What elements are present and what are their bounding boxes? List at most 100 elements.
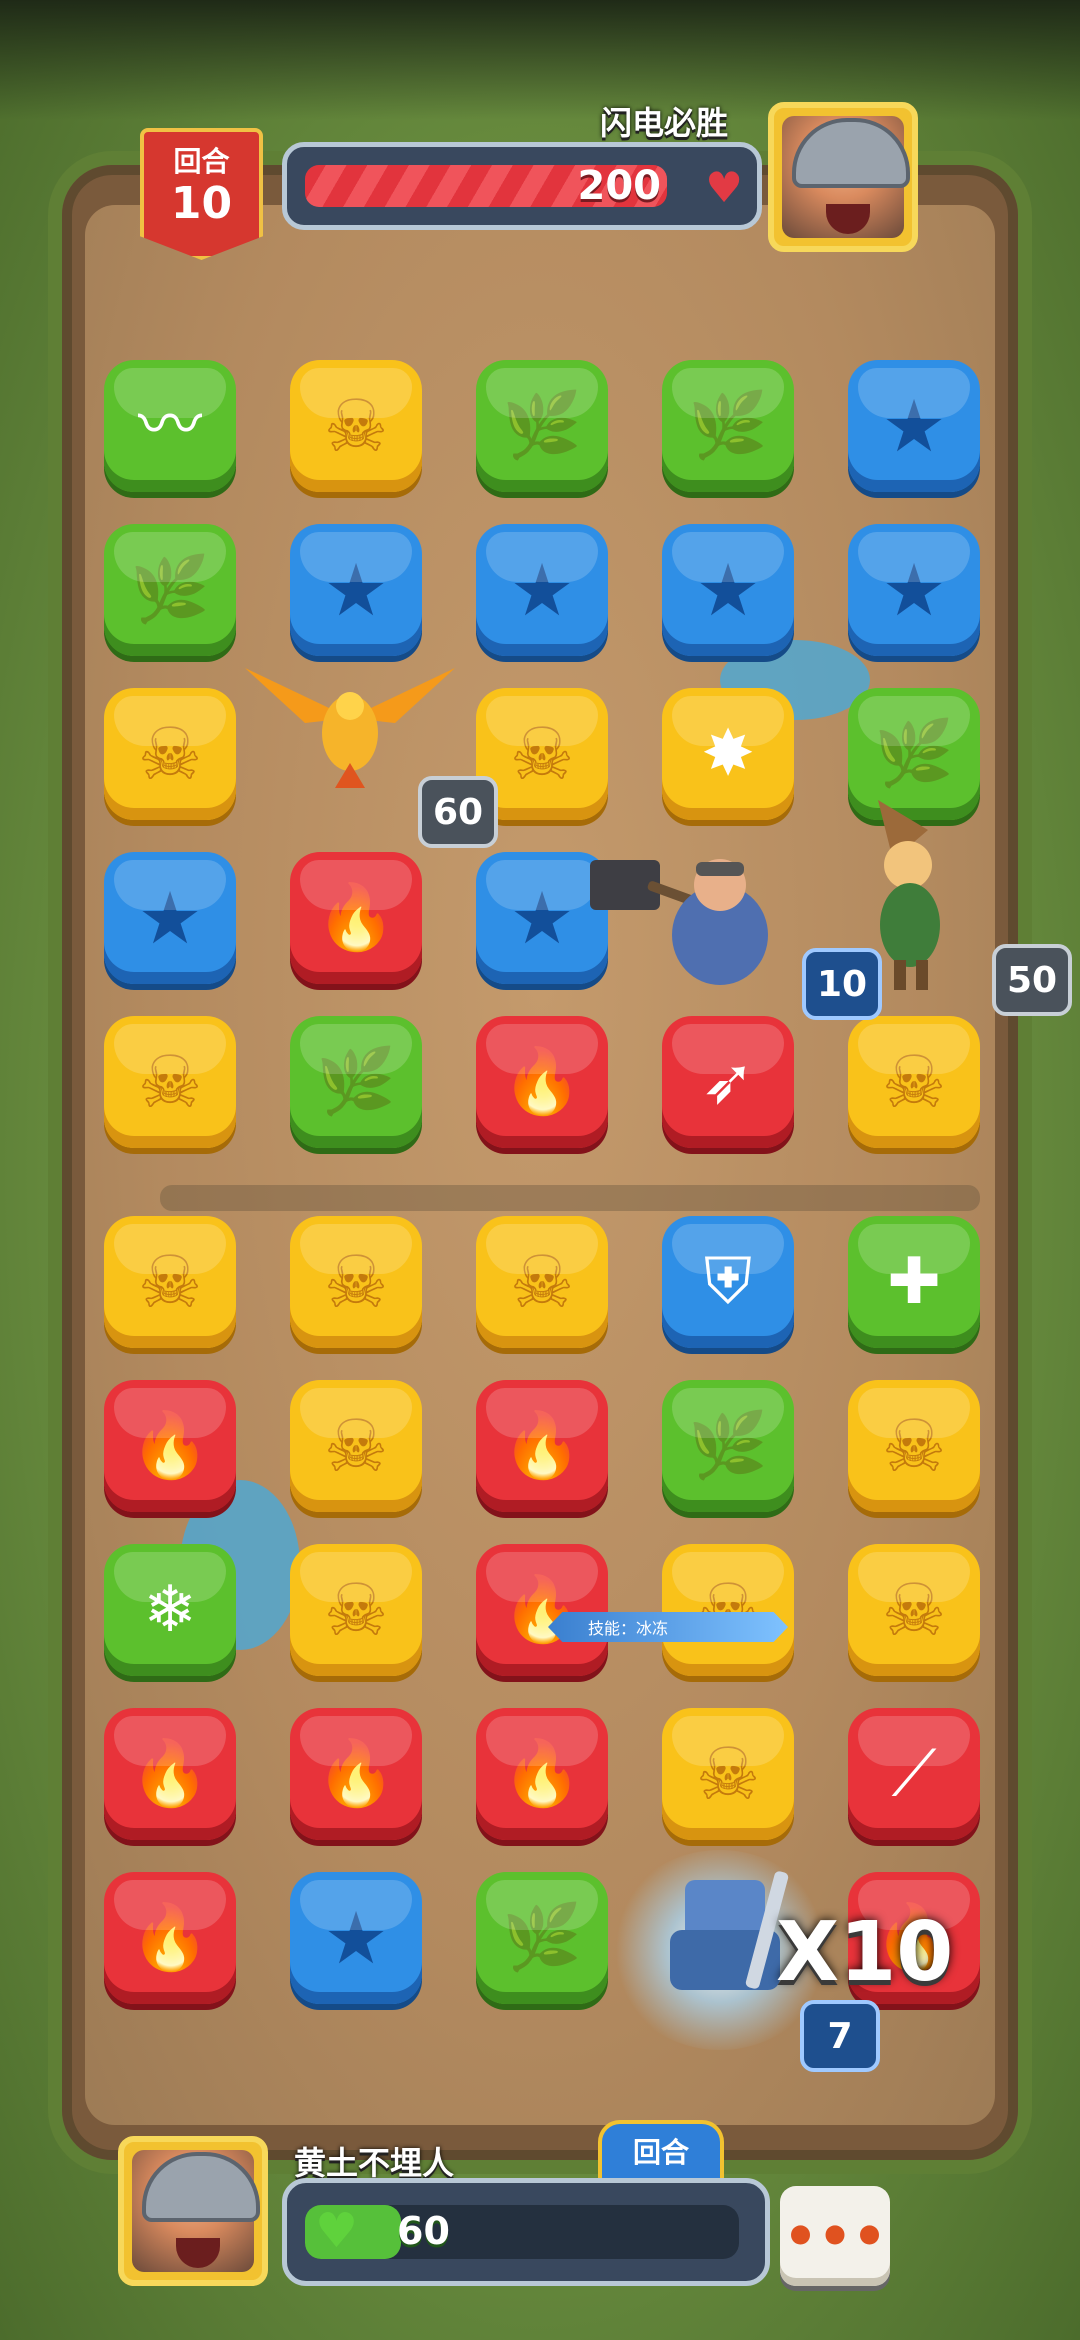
blue-star-icon: ★ xyxy=(881,548,947,632)
tile-red-fire[interactable]: 🔥 xyxy=(290,852,422,984)
red-fire-icon: 🔥 xyxy=(502,1737,582,1811)
tile-yellow-skull[interactable]: ☠ xyxy=(290,1380,422,1512)
tile-blue-star[interactable]: ★ xyxy=(290,524,422,656)
green-wind-icon: 〰 xyxy=(138,389,202,463)
more-options-button[interactable]: ••• xyxy=(780,2186,890,2286)
round-badge: 回合 10 xyxy=(140,128,263,260)
blue-star-icon: ★ xyxy=(509,548,575,632)
player-health-value: 60 xyxy=(397,2209,450,2253)
red-fire-icon: 🔥 xyxy=(502,1045,582,1119)
yellow-skull-icon: ☠ xyxy=(881,1404,947,1488)
tile-yellow-skull[interactable]: ☠ xyxy=(476,1216,608,1348)
enemy-name: 闪电必胜 xyxy=(600,104,729,142)
green-leaf-icon: 🌿 xyxy=(874,717,954,791)
player-avatar[interactable] xyxy=(118,2136,268,2286)
yellow-skull-icon: ☠ xyxy=(881,1040,947,1124)
enemy-health-bar: 200 ♥ xyxy=(282,142,762,230)
blue-star-icon: ★ xyxy=(695,548,761,632)
blue-star-icon: ★ xyxy=(509,876,575,960)
tile-special-red-claw[interactable]: ⟋ xyxy=(848,1708,980,1840)
tile-green-leaf[interactable]: 🌿 xyxy=(104,524,236,656)
turn-indicator-tab: 回合 xyxy=(598,2120,724,2180)
round-number: 10 xyxy=(170,178,233,229)
tile-blue-star[interactable]: ★ xyxy=(290,1872,422,2004)
heart-icon: ♥ xyxy=(705,163,743,212)
yellow-skull-icon: ☠ xyxy=(137,1040,203,1124)
player-health-bar: ♥ 60 xyxy=(282,2178,770,2286)
tile-special-yellow-blast[interactable]: ✸ xyxy=(662,688,794,820)
yellow-skull-icon: ☠ xyxy=(881,1568,947,1652)
tile-yellow-skull[interactable]: ☠ xyxy=(662,1544,794,1676)
green-heal-icon: ✚ xyxy=(887,1245,941,1319)
warrior-unit[interactable] xyxy=(570,840,810,1010)
tile-blue-star[interactable]: ★ xyxy=(848,524,980,656)
tile-red-fire[interactable]: 🔥 xyxy=(104,1380,236,1512)
green-leaf-icon: 🌿 xyxy=(688,389,768,463)
green-leaf-icon: 🌿 xyxy=(316,1045,396,1119)
tile-yellow-skull[interactable]: ☠ xyxy=(104,1016,236,1148)
tile-red-fire[interactable]: 🔥 xyxy=(476,1380,608,1512)
green-heart-icon: ♥ xyxy=(315,2203,359,2259)
arena-divider xyxy=(160,1185,980,1211)
tile-red-fire[interactable]: 🔥 xyxy=(104,1708,236,1840)
warrior-icon xyxy=(590,859,768,985)
blue-star-icon: ★ xyxy=(881,384,947,468)
phoenix-unit[interactable] xyxy=(235,648,465,788)
tile-red-fire[interactable]: 🔥 xyxy=(476,1544,608,1676)
red-fire-icon: 🔥 xyxy=(130,1737,210,1811)
enemy-avatar[interactable] xyxy=(768,102,918,252)
tile-red-fire[interactable]: 🔥 xyxy=(290,1708,422,1840)
tile-red-fire[interactable]: 🔥 xyxy=(476,1016,608,1148)
green-leaf-icon: 🌿 xyxy=(502,389,582,463)
combo-multiplier: X10 xyxy=(776,1905,954,2000)
tile-green-leaf[interactable]: 🌿 xyxy=(476,1872,608,2004)
tile-green-leaf[interactable]: 🌿 xyxy=(662,1380,794,1512)
tile-yellow-skull[interactable]: ☠ xyxy=(290,1216,422,1348)
tile-blue-star[interactable]: ★ xyxy=(848,360,980,492)
red-fire-icon: 🔥 xyxy=(130,1409,210,1483)
red-fire-icon: 🔥 xyxy=(502,1409,582,1483)
yellow-skull-icon: ☠ xyxy=(137,1240,203,1324)
yellow-skull-icon: ☠ xyxy=(137,712,203,796)
yellow-skull-icon: ☠ xyxy=(323,1568,389,1652)
yellow-skull-icon: ☠ xyxy=(323,1404,389,1488)
tile-yellow-skull[interactable]: ☠ xyxy=(662,1708,794,1840)
tile-blue-star[interactable]: ★ xyxy=(476,524,608,656)
yellow-skull-icon: ☠ xyxy=(695,1732,761,1816)
tile-yellow-skull[interactable]: ☠ xyxy=(290,1544,422,1676)
tile-special-green-snowflake[interactable]: ❄ xyxy=(104,1544,236,1676)
tile-special-blue-shield[interactable]: ⛨ xyxy=(662,1216,794,1348)
green-leaf-icon: 🌿 xyxy=(130,553,210,627)
tile-blue-star[interactable]: ★ xyxy=(662,524,794,656)
archer-value: 50 xyxy=(992,944,1072,1016)
blue-star-icon: ★ xyxy=(323,548,389,632)
tile-yellow-skull[interactable]: ☠ xyxy=(848,1544,980,1676)
skill-tooltip: 技能：冰冻 xyxy=(548,1612,788,1642)
red-fire-icon: 🔥 xyxy=(316,881,396,955)
tile-green-leaf[interactable]: 🌿 xyxy=(662,360,794,492)
red-slash-icon: ➶ xyxy=(701,1045,755,1119)
yellow-skull-icon: ☠ xyxy=(509,712,575,796)
tile-yellow-skull[interactable]: ☠ xyxy=(104,688,236,820)
tile-special-green-wind[interactable]: 〰 xyxy=(104,360,236,492)
archer-unit[interactable] xyxy=(858,790,968,1000)
tile-yellow-skull[interactable]: ☠ xyxy=(848,1380,980,1512)
tile-yellow-skull[interactable]: ☠ xyxy=(104,1216,236,1348)
top-shade xyxy=(0,0,1080,120)
tile-green-leaf[interactable]: 🌿 xyxy=(290,1016,422,1148)
red-fire-icon: 🔥 xyxy=(130,1901,210,1975)
tile-yellow-skull[interactable]: ☠ xyxy=(290,360,422,492)
phoenix-icon xyxy=(245,668,455,788)
green-snowflake-icon: ❄ xyxy=(143,1573,197,1647)
knight-value: 7 xyxy=(800,2000,880,2072)
red-claw-icon: ⟋ xyxy=(891,1737,937,1811)
blue-star-icon: ★ xyxy=(323,1896,389,1980)
tile-red-fire[interactable]: 🔥 xyxy=(476,1708,608,1840)
tile-special-red-slash[interactable]: ➶ xyxy=(662,1016,794,1148)
tile-special-green-heal[interactable]: ✚ xyxy=(848,1216,980,1348)
tile-red-fire[interactable]: 🔥 xyxy=(104,1872,236,2004)
tile-green-leaf[interactable]: 🌿 xyxy=(476,360,608,492)
yellow-blast-icon: ✸ xyxy=(701,717,755,791)
tile-yellow-skull[interactable]: ☠ xyxy=(848,1016,980,1148)
tile-blue-star[interactable]: ★ xyxy=(104,852,236,984)
